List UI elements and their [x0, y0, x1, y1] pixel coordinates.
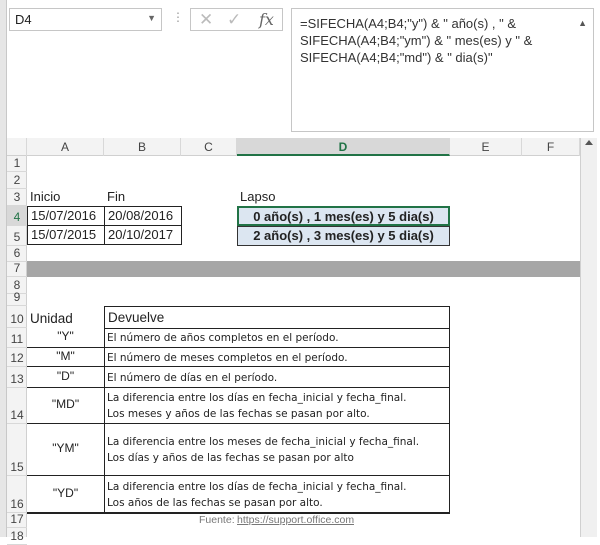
row-number: 13: [10, 372, 24, 386]
name-box[interactable]: D4 ▼: [9, 8, 162, 31]
cell-a4[interactable]: 15/07/2016: [27, 206, 105, 226]
row-number: 3: [13, 190, 21, 204]
row-header-5[interactable]: 5: [7, 226, 27, 246]
unit-code[interactable]: "YD": [27, 486, 104, 500]
description-line: El número de meses completos en el perío…: [107, 351, 348, 364]
row-number: 16: [10, 497, 24, 511]
cell-b5[interactable]: 20/10/2017: [104, 225, 182, 245]
chevron-down-icon[interactable]: ▼: [147, 13, 156, 23]
row-header-16[interactable]: 16: [7, 476, 27, 513]
column-header-f[interactable]: F: [522, 138, 580, 156]
separator-row: [27, 261, 580, 277]
source-link[interactable]: https://support.office.com: [237, 514, 354, 526]
row-number: 14: [10, 408, 24, 422]
cell-a5[interactable]: 15/07/2015: [27, 225, 105, 245]
column-header-b[interactable]: B: [104, 138, 181, 156]
unit-description[interactable]: El número de años completos en el períod…: [104, 330, 450, 346]
row-header-11[interactable]: 11: [7, 328, 27, 348]
column-header-a[interactable]: A: [27, 138, 104, 156]
table-row: "D" El número de días en el período.: [27, 367, 450, 388]
row-number: 5: [13, 230, 21, 244]
row-number: 18: [10, 529, 24, 543]
header-lapso[interactable]: Lapso: [240, 189, 275, 204]
description-line: El número de años completos en el períod…: [107, 332, 339, 344]
table-row: "YD" La diferencia entre los días de fech…: [27, 476, 450, 513]
fx-icon[interactable]: fx: [259, 10, 274, 29]
unit-code[interactable]: "MD": [27, 397, 104, 411]
row-header-6[interactable]: 6: [7, 246, 27, 262]
unit-description[interactable]: La diferencia entre los días en fecha_in…: [104, 390, 450, 422]
source-label: Fuente:: [199, 514, 235, 526]
unit-code[interactable]: "D": [27, 369, 104, 383]
formula-input[interactable]: =SIFECHA(A4;B4;"y") & " año(s) , " & SIF…: [291, 8, 594, 132]
cell-b4[interactable]: 20/08/2016: [104, 206, 182, 226]
scroll-up-icon[interactable]: [585, 140, 593, 145]
row-number: 10: [10, 312, 24, 326]
header-inicio[interactable]: Inicio: [30, 189, 60, 204]
unit-code[interactable]: "M": [27, 349, 104, 363]
row-number: 6: [13, 246, 21, 260]
row-header-17[interactable]: 17: [7, 512, 27, 528]
cell-d5[interactable]: 2 año(s) , 3 mes(es) y 5 dia(s): [237, 226, 450, 246]
column-headers: A B C D E F: [7, 138, 580, 156]
row-header-9[interactable]: 9: [7, 290, 27, 306]
formula-line: =SIFECHA(A4;B4;"y") & " año(s) , " &: [300, 16, 517, 31]
unit-description[interactable]: La diferencia entre los días de fecha_in…: [104, 479, 450, 511]
formula-line: SIFECHA(A4;B4;"ym") & " mes(es) y " &: [300, 33, 533, 48]
table-header-unidad[interactable]: Unidad: [30, 311, 73, 326]
row-number: 15: [10, 460, 24, 474]
table-header-devuelve[interactable]: Devuelve: [104, 306, 450, 329]
row-header-1[interactable]: 1: [7, 156, 27, 172]
row-number: 9: [13, 290, 21, 304]
column-header-d[interactable]: D: [237, 138, 450, 156]
row-number: 4: [13, 210, 21, 224]
row-number: 17: [10, 512, 24, 526]
row-header-12[interactable]: 12: [7, 348, 27, 367]
collapse-icon[interactable]: ▲: [578, 15, 587, 32]
row-number: 11: [10, 332, 24, 346]
window-edge: [0, 0, 7, 537]
row-header-2[interactable]: 2: [7, 172, 27, 189]
row-header-10[interactable]: 10: [7, 306, 27, 328]
row-header-4[interactable]: 4: [7, 206, 27, 226]
table-row: "Y" El número de años completos en el per…: [27, 328, 450, 348]
check-icon[interactable]: ✓: [227, 10, 241, 30]
unit-code[interactable]: "Y": [27, 329, 104, 343]
row-number: 2: [13, 173, 21, 187]
unit-description[interactable]: La diferencia entre los meses de fecha_i…: [104, 434, 450, 466]
x-icon[interactable]: ✕: [199, 10, 213, 30]
description-line: Los meses y años de las fechas se pasan …: [107, 408, 370, 420]
unit-description[interactable]: El número de meses completos en el perío…: [104, 350, 450, 366]
description-line: La diferencia entre los días de fecha_in…: [107, 480, 407, 493]
row-number: 12: [10, 351, 24, 365]
row-headers: 1 2 3 4 5 6 7 8 9 10 11 12 13 14 15 16 17 18: [7, 156, 27, 545]
description-line: La diferencia entre los días en fecha_in…: [107, 392, 407, 404]
column-header-c[interactable]: C: [181, 138, 237, 156]
row-header-3[interactable]: 3: [7, 189, 27, 206]
row-number: 7: [13, 261, 21, 275]
unit-description[interactable]: El número de días en el período.: [104, 370, 450, 386]
unit-code[interactable]: "YM": [27, 441, 104, 455]
table-row: "YM" La diferencia entre los meses de fec…: [27, 424, 450, 476]
description-line: El número de días en el período.: [107, 371, 278, 384]
description-line: Los días y años de las fechas se pasan p…: [107, 452, 354, 464]
table-row: "M" El número de meses completos en el pe…: [27, 348, 450, 367]
formula-buttons: ✕ ✓ fx: [190, 8, 283, 31]
row-header-7[interactable]: 7: [7, 261, 27, 277]
row-header-14[interactable]: 14: [7, 388, 27, 424]
formula-line: SIFECHA(A4;B4;"md") & " dia(s)": [300, 50, 493, 65]
row-header-15[interactable]: 15: [7, 424, 27, 476]
cell-d4-selected[interactable]: 0 año(s) , 1 mes(es) y 5 dia(s): [237, 206, 450, 226]
description-line: La diferencia entre los meses de fecha_i…: [107, 436, 420, 448]
description-line: Los años de las fechas se pasan por alto…: [107, 496, 323, 509]
table-row: "MD" La diferencia entre los días en fech…: [27, 388, 450, 424]
row-number: 1: [13, 156, 21, 170]
header-fin[interactable]: Fin: [107, 189, 125, 204]
column-header-e[interactable]: E: [450, 138, 522, 156]
drag-handle-icon[interactable]: ⋮: [172, 10, 184, 24]
name-box-value: D4: [15, 12, 32, 27]
vertical-scrollbar[interactable]: [580, 138, 597, 537]
select-all[interactable]: [7, 138, 27, 156]
row-header-13[interactable]: 13: [7, 367, 27, 388]
